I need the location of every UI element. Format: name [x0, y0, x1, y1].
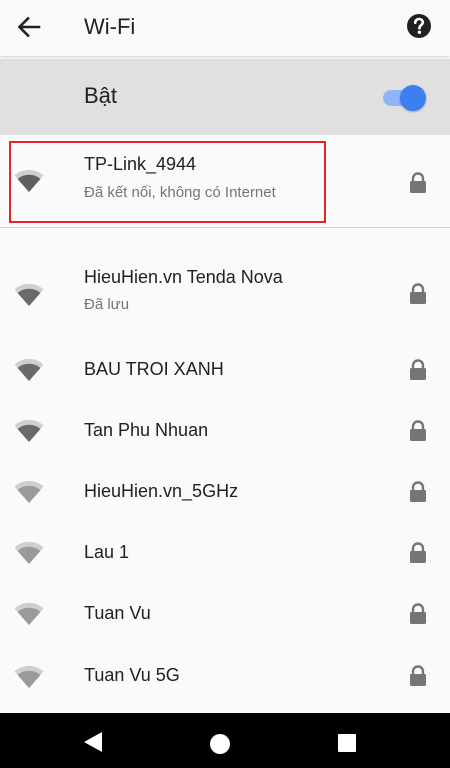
- network-name: HieuHien.vn Tenda Nova: [84, 267, 283, 287]
- lock-icon: [408, 172, 428, 194]
- wifi-signal-icon: [13, 662, 45, 690]
- network-row[interactable]: Lau 1: [0, 522, 450, 582]
- wifi-signal-icon: [13, 599, 45, 627]
- connected-network-row[interactable]: TP-Link_4944 Đã kết nối, không có Intern…: [0, 140, 450, 226]
- switch-thumb: [400, 85, 426, 111]
- wifi-signal-icon: [13, 538, 45, 566]
- page-title: Wi-Fi: [84, 14, 136, 39]
- network-name: TP-Link_4944: [84, 154, 197, 174]
- wifi-signal-icon: [13, 166, 45, 194]
- network-name: Tan Phu Nhuan: [84, 420, 209, 440]
- wifi-signal-icon: [13, 355, 45, 383]
- network-status: Đã lưu: [84, 296, 130, 313]
- wifi-signal-icon: [13, 477, 45, 505]
- network-row[interactable]: HieuHien.vn Tenda Nova Đã lưu: [0, 258, 450, 330]
- lock-icon: [408, 542, 428, 564]
- network-row[interactable]: Tuan Vu 5G: [0, 644, 450, 706]
- lock-icon: [408, 665, 428, 687]
- wifi-signal-icon: [13, 280, 45, 308]
- master-toggle-label: Bật: [84, 83, 118, 108]
- navigation-bar: [0, 713, 450, 768]
- triangle-back-icon[interactable]: [80, 729, 106, 755]
- network-row[interactable]: Tuan Vu: [0, 583, 450, 643]
- network-name: BAU TROI XANH: [84, 359, 224, 379]
- network-name: Tuan Vu 5G: [84, 665, 180, 685]
- lock-icon: [408, 283, 428, 305]
- network-name: Tuan Vu: [84, 603, 151, 623]
- network-name: Lau 1: [84, 542, 130, 562]
- wifi-toggle-switch[interactable]: [381, 83, 427, 111]
- network-row[interactable]: HieuHien.vn_5GHz: [0, 461, 450, 521]
- app-bar: Wi-Fi: [0, 0, 450, 56]
- arrow-left-icon[interactable]: [14, 12, 44, 42]
- network-row[interactable]: Tan Phu Nhuan: [0, 400, 450, 460]
- network-name: HieuHien.vn_5GHz: [84, 481, 239, 501]
- circle-home-icon[interactable]: [210, 734, 230, 754]
- lock-icon: [408, 603, 428, 625]
- square-recents-icon[interactable]: [338, 734, 356, 752]
- help-circle-icon[interactable]: [404, 11, 434, 41]
- lock-icon: [408, 481, 428, 503]
- lock-icon: [408, 420, 428, 442]
- divider: [0, 227, 450, 228]
- lock-icon: [408, 359, 428, 381]
- network-row[interactable]: BAU TROI XANH: [0, 339, 450, 399]
- wifi-signal-icon: [13, 416, 45, 444]
- network-status: Đã kết nối, không có Internet: [84, 184, 276, 201]
